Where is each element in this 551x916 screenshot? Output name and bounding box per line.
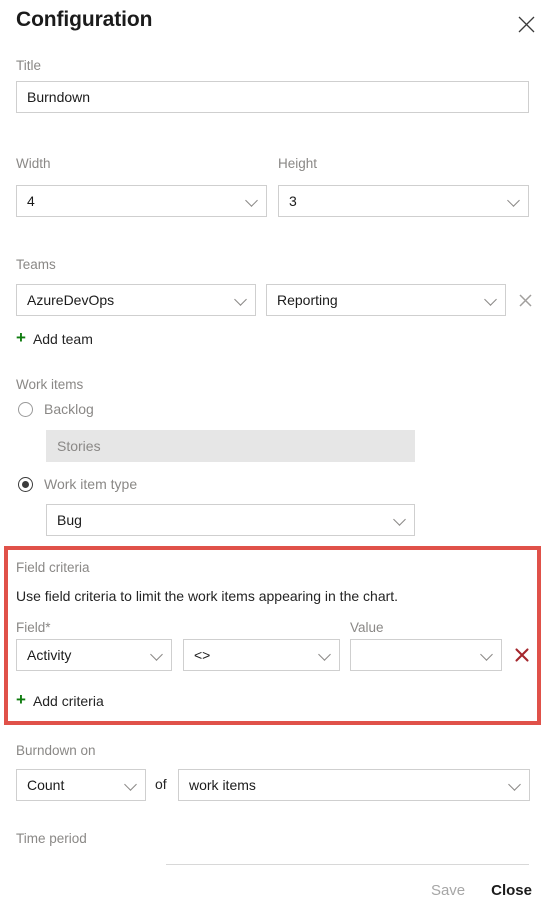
configuration-panel: Configuration Title Burndown Width 4 Hei… <box>0 0 551 916</box>
close-icon[interactable] <box>514 12 538 36</box>
burndown-target-dropdown[interactable]: work items <box>178 769 530 801</box>
criteria-field-dropdown[interactable]: Activity <box>16 639 172 671</box>
chevron-down-icon <box>510 779 521 790</box>
time-period-label: Time period <box>16 831 87 846</box>
add-team-button[interactable]: + Add team <box>16 328 93 347</box>
remove-team-button[interactable] <box>514 289 536 311</box>
radio-backlog-label: Backlog <box>44 401 94 417</box>
width-label: Width <box>16 156 51 171</box>
chevron-down-icon <box>509 195 520 206</box>
title-input[interactable]: Burndown <box>16 81 529 113</box>
add-criteria-label: Add criteria <box>32 692 104 709</box>
criteria-field-value: Activity <box>27 647 72 663</box>
close-button[interactable]: Close <box>491 882 532 899</box>
radio-work-item-type[interactable]: Work item type <box>18 476 137 492</box>
save-button[interactable]: Save <box>431 882 465 899</box>
radio-backlog[interactable]: Backlog <box>18 401 94 417</box>
panel-footer: Save Close <box>0 865 551 916</box>
plus-icon: + <box>16 690 26 709</box>
chevron-down-icon <box>482 649 493 660</box>
criteria-value-dropdown[interactable] <box>350 639 502 671</box>
criteria-operator-dropdown[interactable]: <> <box>183 639 340 671</box>
chevron-down-icon <box>320 649 331 660</box>
work-item-type-dropdown[interactable]: Bug <box>46 504 415 536</box>
add-criteria-button[interactable]: + Add criteria <box>16 690 104 709</box>
chevron-down-icon <box>486 294 497 305</box>
burndown-target-value: work items <box>189 777 256 793</box>
backlog-dropdown: Stories <box>46 430 415 462</box>
chevron-down-icon <box>395 514 406 525</box>
radio-work-item-type-label: Work item type <box>44 476 138 492</box>
team-name-value: Reporting <box>277 292 338 308</box>
work-item-type-value: Bug <box>57 512 82 528</box>
burndown-aggregation-dropdown[interactable]: Count <box>16 769 146 801</box>
chevron-down-icon <box>126 779 137 790</box>
width-value: 4 <box>27 193 35 209</box>
team-name-dropdown[interactable]: Reporting <box>266 284 506 316</box>
width-dropdown[interactable]: 4 <box>16 185 267 217</box>
team-project-dropdown[interactable]: AzureDevOps <box>16 284 256 316</box>
criteria-operator-value: <> <box>194 647 211 663</box>
criteria-value-label: Value <box>350 620 384 635</box>
height-label: Height <box>278 156 318 171</box>
height-dropdown[interactable]: 3 <box>278 185 529 217</box>
chevron-down-icon <box>247 195 258 206</box>
radio-work-item-type-indicator <box>18 476 33 492</box>
burndown-on-label: Burndown on <box>16 743 96 758</box>
radio-backlog-indicator <box>18 401 33 417</box>
teams-label: Teams <box>16 257 56 272</box>
chevron-down-icon <box>152 649 163 660</box>
height-value: 3 <box>289 193 297 209</box>
field-criteria-label: Field criteria <box>16 560 90 575</box>
field-criteria-description: Use field criteria to limit the work ite… <box>16 588 399 604</box>
title-label: Title <box>16 58 42 73</box>
criteria-field-label: Field* <box>16 620 51 635</box>
chevron-down-icon <box>236 294 247 305</box>
add-team-label: Add team <box>32 330 93 347</box>
backlog-value: Stories <box>57 438 101 454</box>
team-project-value: AzureDevOps <box>27 292 115 308</box>
page-title: Configuration <box>16 8 153 31</box>
plus-icon: + <box>16 328 26 347</box>
remove-criteria-button[interactable] <box>511 644 533 666</box>
work-items-label: Work items <box>16 377 84 392</box>
burndown-aggregation-value: Count <box>27 777 65 793</box>
burndown-of-label: of <box>155 776 167 792</box>
